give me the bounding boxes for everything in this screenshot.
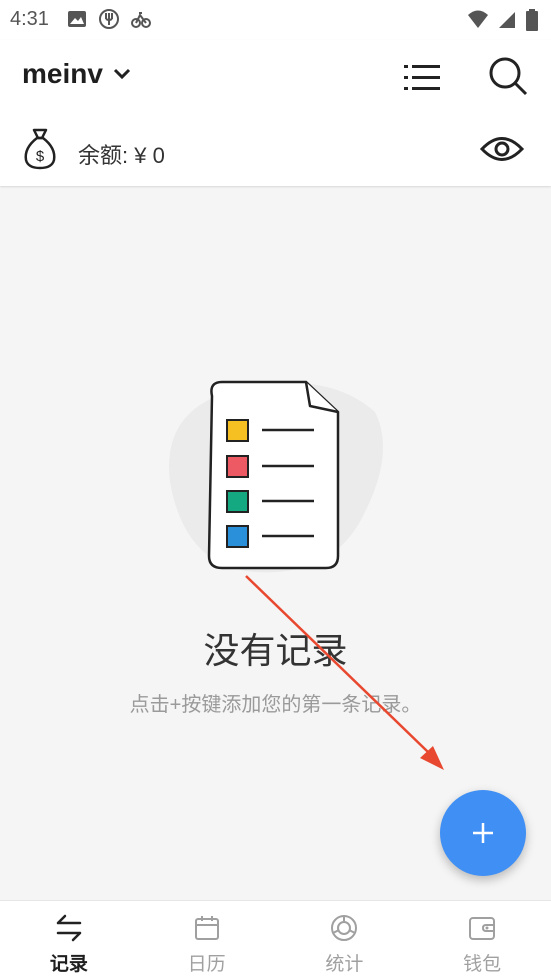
status-system-icons (467, 8, 539, 32)
account-switcher[interactable]: meinv (22, 58, 131, 90)
wifi-icon (467, 8, 489, 32)
bottom-nav: 记录 日历 统计 钱包 (0, 900, 551, 980)
account-name: meinv (22, 58, 103, 89)
svg-text:$: $ (36, 148, 45, 165)
money-bag-icon: $ (22, 126, 58, 170)
bike-icon (130, 8, 152, 30)
plus-icon (470, 820, 496, 846)
nav-label-wallet: 钱包 (463, 954, 502, 975)
eye-icon (480, 134, 524, 164)
nav-label-calendar: 日历 (187, 954, 226, 975)
status-time: 4:31 (10, 8, 49, 30)
toggle-balance-visibility-button[interactable] (480, 134, 524, 164)
chart-ring-icon (329, 913, 359, 943)
add-record-button[interactable] (440, 790, 526, 876)
battery-icon (525, 8, 539, 32)
wallet-icon (467, 913, 497, 943)
chevron-down-icon (113, 67, 131, 81)
status-notification-icons (66, 8, 152, 30)
nav-item-records[interactable]: 记录 (0, 901, 138, 980)
list-menu-button[interactable] (402, 58, 442, 98)
signal-icon (497, 8, 517, 32)
nav-item-statistics[interactable]: 统计 (276, 901, 414, 980)
nav-item-wallet[interactable]: 钱包 (413, 901, 551, 980)
list-icon (402, 58, 442, 98)
status-bar: 4:31 (0, 0, 551, 40)
empty-document-icon (160, 372, 390, 592)
fork-knife-icon (98, 8, 120, 30)
nav-label-records: 记录 (49, 954, 88, 975)
balance-row: $ 余额: ¥ 0 (0, 116, 551, 186)
search-icon (486, 54, 530, 98)
balance-label: 余额: ¥ 0 (78, 143, 165, 168)
empty-state-title: 没有记录 (203, 630, 348, 671)
image-icon (66, 8, 88, 30)
search-button[interactable] (486, 54, 530, 98)
nav-item-calendar[interactable]: 日历 (138, 901, 276, 980)
header: meinv $ 余额: ¥ 0 (0, 40, 551, 186)
transfer-icon (54, 913, 84, 943)
calendar-icon (192, 913, 222, 943)
nav-label-statistics: 统计 (325, 954, 364, 975)
empty-state-hint: 点击+按键添加您的第一条记录。 (129, 694, 422, 716)
